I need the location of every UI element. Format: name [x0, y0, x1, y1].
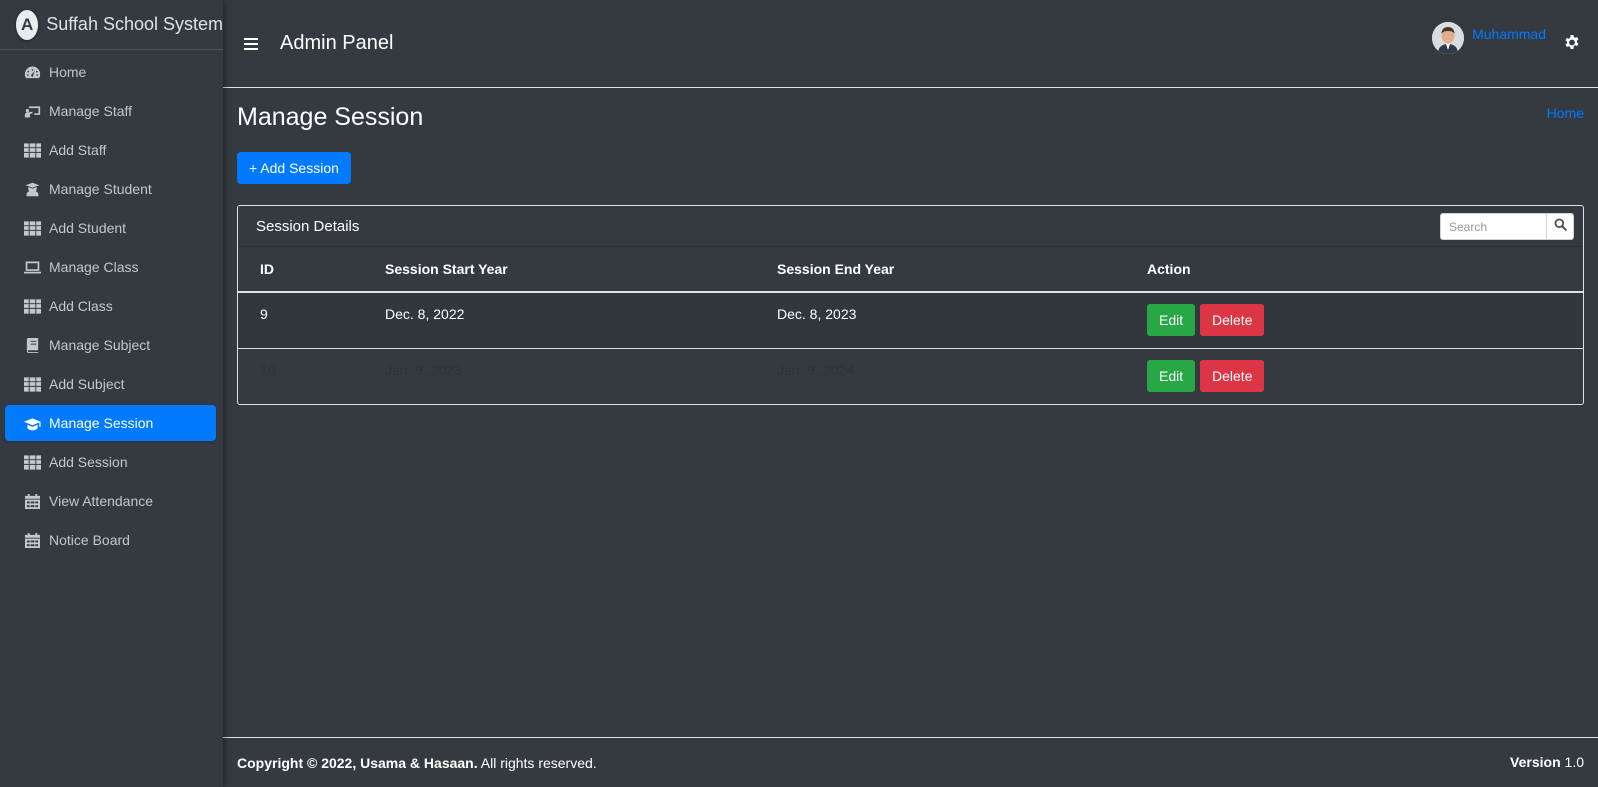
session-end-year: Jan. 9, 2024 — [755, 347, 1125, 404]
table-header-row: ID Session Start Year Session End Year A… — [238, 247, 1583, 293]
sidebar-item-label: Add Session — [49, 454, 128, 470]
table-row: 9 Dec. 8, 2022 Dec. 8, 2023 Edit Delete — [238, 292, 1583, 348]
copyright-text: Copyright © 2022, Usama & Hasaan. All ri… — [237, 755, 597, 771]
sidebar-item-home[interactable]: Home — [5, 54, 216, 90]
page-title: Manage Session — [237, 103, 424, 131]
user-name-link[interactable]: Muhammad — [1472, 26, 1546, 42]
sidebar-item-label: Notice Board — [49, 532, 130, 548]
row-actions: Edit Delete — [1125, 292, 1583, 348]
table-icon — [23, 220, 41, 236]
table-icon — [23, 298, 41, 314]
brand-link[interactable]: A Suffah School System — [0, 0, 223, 50]
edit-button[interactable]: Edit — [1147, 304, 1196, 336]
column-header-id: ID — [238, 247, 363, 293]
user-menu[interactable]: Muhammad — [1432, 22, 1546, 54]
sidebar-nav: Home Manage Staff Add Staff Manage Stude… — [0, 50, 223, 558]
sidebar-item-add-session[interactable]: Add Session — [5, 444, 216, 480]
hamburger-menu-icon[interactable] — [244, 37, 258, 50]
search-box — [1440, 213, 1574, 240]
graduation-cap-icon — [23, 415, 41, 431]
sidebar-item-label: Manage Class — [49, 259, 139, 275]
copyright-rest: All rights reserved. — [477, 754, 597, 771]
column-header-action: Action — [1125, 247, 1583, 293]
add-session-button[interactable]: + Add Session — [237, 152, 351, 184]
brand-logo: A — [16, 9, 39, 40]
sidebar-item-label: Manage Session — [49, 415, 154, 431]
sidebar-item-label: Add Student — [49, 220, 127, 236]
session-start-year: Dec. 8, 2022 — [363, 292, 755, 348]
sidebar-item-label: Home — [49, 64, 87, 80]
panel-title: Admin Panel — [280, 32, 394, 54]
session-start-year: Jan. 9, 2023 — [363, 347, 755, 404]
sidebar-item-add-class[interactable]: Add Class — [5, 288, 216, 324]
sidebar-item-label: Add Subject — [49, 376, 125, 392]
session-id: 10 — [238, 347, 363, 404]
table-row: 10 Jan. 9, 2023 Jan. 9, 2024 Edit Delete — [238, 347, 1583, 404]
session-id: 9 — [238, 292, 363, 348]
row-actions: Edit Delete — [1125, 347, 1583, 404]
breadcrumb-home[interactable]: Home — [1547, 105, 1584, 121]
sidebar-item-label: View Attendance — [49, 493, 154, 509]
calendar-icon — [23, 493, 41, 509]
sidebar-item-add-student[interactable]: Add Student — [5, 210, 216, 246]
session-end-year: Dec. 8, 2023 — [755, 292, 1125, 348]
session-details-card: Session Details ID Session Start Year Se… — [237, 205, 1584, 405]
sidebar-item-add-subject[interactable]: Add Subject — [5, 366, 216, 402]
top-navbar: Admin Panel Muhammad — [223, 0, 1598, 88]
search-input[interactable] — [1440, 213, 1546, 240]
search-icon — [1553, 217, 1567, 236]
sidebar: A Suffah School System Home Manage Staff… — [0, 0, 223, 787]
column-header-end-year: Session End Year — [755, 247, 1125, 293]
table-icon — [23, 454, 41, 470]
sidebar-item-label: Add Staff — [49, 142, 107, 158]
sidebar-item-notice-board[interactable]: Notice Board — [5, 522, 216, 558]
card-header: Session Details — [238, 206, 1583, 247]
gear-icon[interactable] — [1564, 34, 1580, 50]
sidebar-item-label: Add Class — [49, 298, 113, 314]
sidebar-item-manage-subject[interactable]: Manage Subject — [5, 327, 216, 363]
sidebar-item-manage-session[interactable]: Manage Session — [5, 405, 216, 441]
main-content: Manage Session Home + Add Session Sessio… — [237, 88, 1584, 405]
brand-name: Suffah School System — [46, 14, 223, 34]
book-icon — [23, 337, 41, 353]
chalkboard-teacher-icon — [23, 103, 41, 119]
card-title: Session Details — [256, 217, 360, 235]
sidebar-item-view-attendance[interactable]: View Attendance — [5, 483, 216, 519]
delete-button[interactable]: Delete — [1200, 304, 1265, 336]
sidebar-item-label: Manage Staff — [49, 103, 133, 119]
copyright-bold: Copyright © 2022, Usama & Hasaan. — [237, 754, 478, 771]
edit-button[interactable]: Edit — [1147, 359, 1196, 392]
footer: Copyright © 2022, Usama & Hasaan. All ri… — [223, 737, 1598, 787]
table-icon — [23, 376, 41, 392]
column-header-start-year: Session Start Year — [363, 247, 755, 293]
sidebar-item-manage-staff[interactable]: Manage Staff — [5, 93, 216, 129]
sidebar-item-manage-class[interactable]: Manage Class — [5, 249, 216, 285]
sessions-table: ID Session Start Year Session End Year A… — [238, 247, 1583, 404]
search-button[interactable] — [1546, 213, 1574, 240]
tachometer-icon — [23, 64, 41, 80]
version-info: Version 1.0 — [1510, 754, 1584, 770]
sidebar-item-label: Manage Subject — [49, 337, 151, 353]
version-value: 1.0 — [1560, 754, 1584, 770]
laptop-icon — [23, 259, 41, 275]
sidebar-item-manage-student[interactable]: Manage Student — [5, 171, 216, 207]
user-graduate-icon — [23, 181, 41, 197]
avatar[interactable] — [1432, 22, 1465, 54]
calendar-icon — [23, 532, 41, 548]
delete-button[interactable]: Delete — [1200, 359, 1265, 392]
sidebar-item-add-staff[interactable]: Add Staff — [5, 132, 216, 168]
version-label: Version — [1510, 754, 1561, 770]
sidebar-item-label: Manage Student — [49, 181, 152, 197]
table-icon — [23, 142, 41, 158]
